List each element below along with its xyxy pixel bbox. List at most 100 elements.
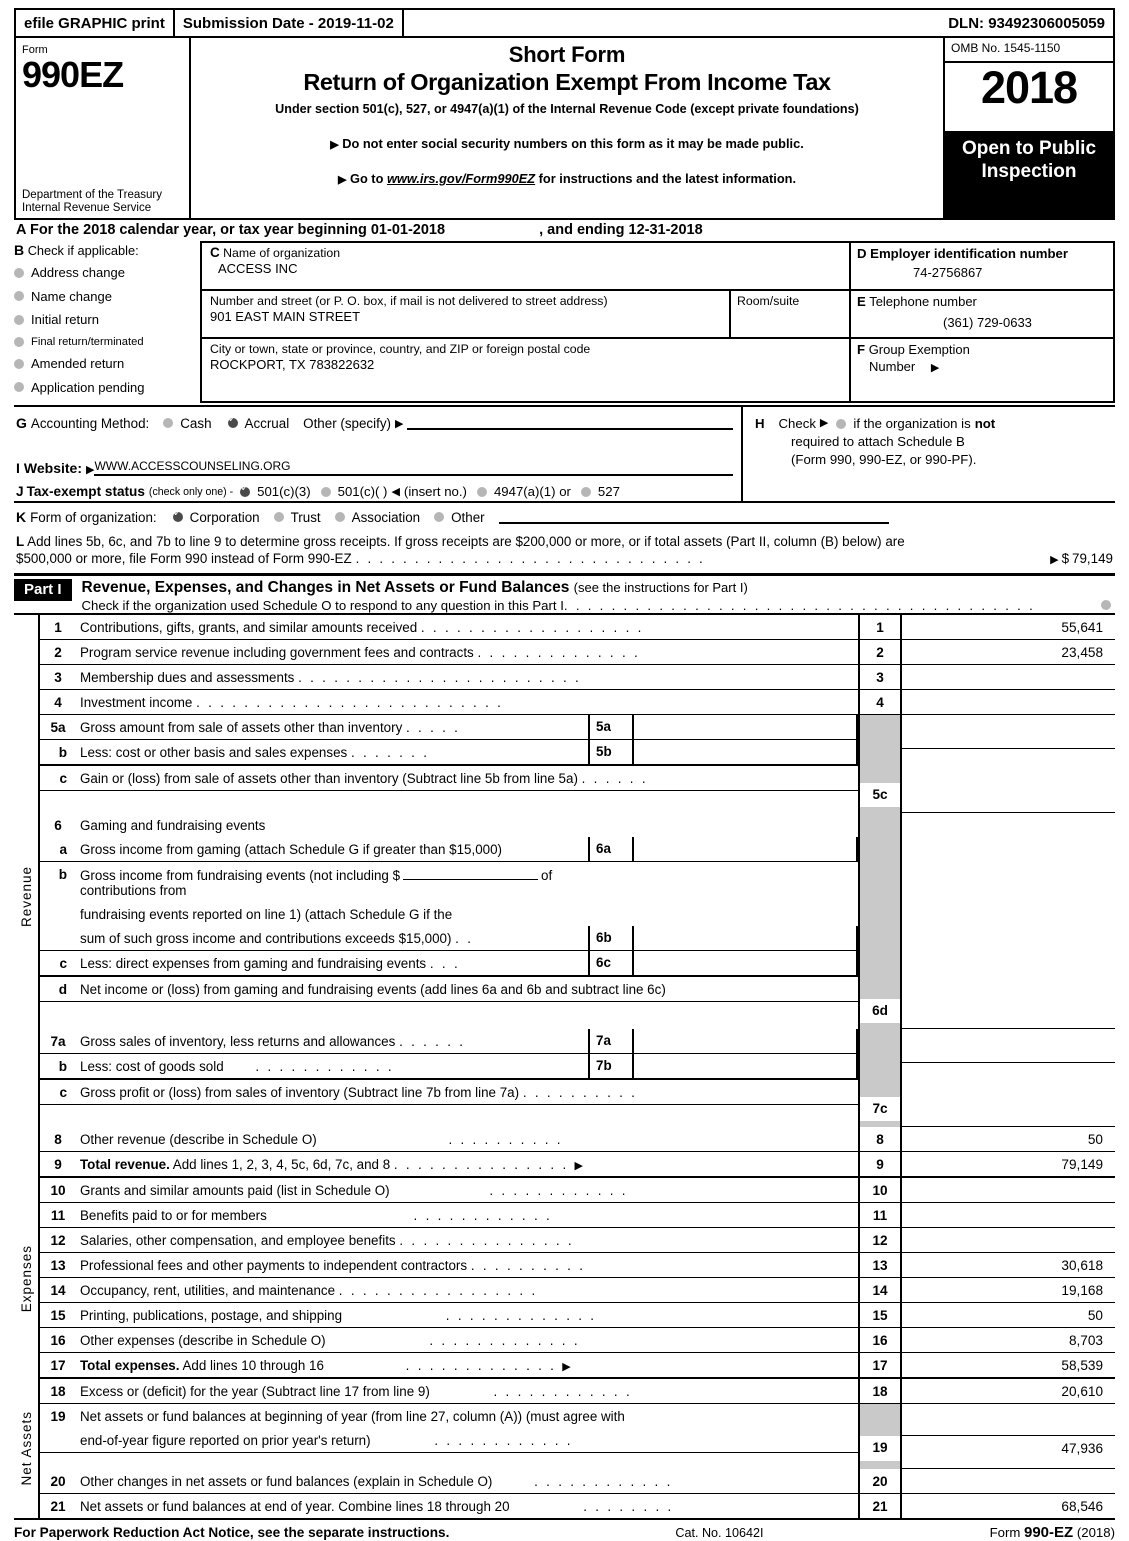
line-description-text: Contributions, gifts, grants, and simila… xyxy=(80,619,418,635)
checkbox-other-org-icon[interactable] xyxy=(434,512,445,522)
table-row-20: 20 Other changes in net assets or fund b… xyxy=(40,1468,1115,1494)
org-address-left: C Name of organization ACCESS INC Number… xyxy=(202,243,851,401)
checkbox-label: Address change xyxy=(31,265,125,280)
line-description: Grants and similar amounts paid (list in… xyxy=(76,1178,858,1202)
checkbox-501c3-icon[interactable] xyxy=(240,483,251,497)
line-5c-amount[interactable] xyxy=(902,783,1115,813)
checkbox-icon[interactable] xyxy=(14,358,24,369)
line-description: Less: cost of goods sold . . . . . . . .… xyxy=(76,1054,588,1078)
checkbox-icon[interactable] xyxy=(14,267,24,278)
sub-box-amount[interactable] xyxy=(634,1054,856,1078)
sub-box-amount[interactable] xyxy=(634,926,856,950)
checkbox-4947a1-icon[interactable] xyxy=(476,486,487,497)
revenue-sidebar-label: Revenue xyxy=(14,614,40,1178)
line-7c-amount[interactable] xyxy=(902,1097,1115,1127)
under-section-text: Under section 501(c), 527, or 4947(a)(1)… xyxy=(275,102,859,116)
sub-box-amount[interactable] xyxy=(634,837,856,861)
line-amount[interactable]: 20,610 xyxy=(902,1379,1115,1403)
line-amount[interactable]: 55,641 xyxy=(902,615,1115,639)
checkbox-schedule-o-icon[interactable] xyxy=(1101,600,1111,611)
checkbox-name-change[interactable]: Name change xyxy=(14,289,194,304)
line-number: 21 xyxy=(50,1498,66,1514)
irs-form-link[interactable]: www.irs.gov/Form990EZ xyxy=(387,171,535,186)
checkbox-icon[interactable] xyxy=(14,291,24,301)
line-6b-text-pre: Gross income from fundraising events (no… xyxy=(80,867,401,883)
triangle-right-icon: ▶ xyxy=(1050,554,1059,567)
fundraising-contributions-input[interactable] xyxy=(403,867,539,880)
checkbox-501c-icon[interactable] xyxy=(320,486,331,497)
checkbox-accrual-icon[interactable] xyxy=(227,414,238,428)
masthead-titles: Short Form Return of Organization Exempt… xyxy=(191,38,945,218)
sub-box-label: 6b xyxy=(590,925,634,950)
checkbox-schedule-b-icon[interactable] xyxy=(836,418,847,429)
sub-box-label: 6c xyxy=(590,950,634,975)
checkbox-application-pending[interactable]: Application pending xyxy=(14,380,194,395)
part-1-title-note: (see the instructions for Part I) xyxy=(573,579,748,595)
line-code: 2 xyxy=(858,639,902,664)
line-5b-amount-cell[interactable] xyxy=(902,749,1115,783)
line-7a-amount-cell[interactable] xyxy=(902,1029,1115,1063)
revenue-sidebar-text: Revenue xyxy=(18,865,34,927)
checkbox-corporation-icon[interactable] xyxy=(172,508,183,522)
table-row-5a: 5a Gross amount from sale of assets othe… xyxy=(40,714,858,740)
checkbox-icon[interactable] xyxy=(14,314,24,325)
tax-exempt-status-label: Tax-exempt status xyxy=(26,484,145,499)
dot-leader: . . . . . . . . . . . . . . . . . . . . … xyxy=(298,669,582,685)
checkbox-association-icon[interactable] xyxy=(334,512,345,522)
checkbox-cash-icon[interactable] xyxy=(163,418,174,428)
other-specify-input[interactable] xyxy=(407,417,733,430)
line-code: 9 xyxy=(858,1151,902,1176)
line-amount[interactable] xyxy=(902,1178,1115,1202)
line-amount[interactable] xyxy=(902,665,1115,689)
sub-box-label: 5b xyxy=(590,739,634,764)
sub-box-amount[interactable] xyxy=(634,951,856,975)
telephone-label: Telephone number xyxy=(869,294,977,309)
checkbox-initial-return[interactable]: Initial return xyxy=(14,312,194,327)
line-description: Salaries, other compensation, and employ… xyxy=(76,1228,858,1252)
line-7b-amount-cell[interactable] xyxy=(902,1063,1115,1097)
checkbox-icon[interactable] xyxy=(14,336,24,347)
line-code: 16 xyxy=(858,1327,902,1352)
line-amount[interactable]: 30,618 xyxy=(902,1253,1115,1277)
line-amount[interactable]: 19,168 xyxy=(902,1278,1115,1302)
checkbox-icon[interactable] xyxy=(14,382,24,392)
line-amount[interactable]: 79,149 xyxy=(902,1152,1115,1176)
sub-box-amount[interactable] xyxy=(634,1029,856,1053)
line-amount[interactable]: 68,546 xyxy=(902,1494,1115,1518)
line-amount[interactable]: 58,539 xyxy=(902,1353,1115,1377)
line-6d-amount[interactable] xyxy=(902,999,1115,1029)
section-i-letter: I xyxy=(16,460,20,476)
line-amount[interactable] xyxy=(902,1203,1115,1227)
checkbox-trust-icon[interactable] xyxy=(273,512,284,522)
checkbox-amended-return[interactable]: Amended return xyxy=(14,356,194,371)
line-amount[interactable] xyxy=(902,1228,1115,1252)
line-amount[interactable]: 50 xyxy=(902,1127,1115,1151)
line-amount[interactable] xyxy=(902,690,1115,714)
website-value[interactable]: WWW.ACCESSCOUNSELING.ORG xyxy=(94,459,733,476)
org-info-block: B Check if applicable: Address change Na… xyxy=(14,241,1115,403)
form-990ez-page: efile GRAPHIC print Submission Date - 20… xyxy=(0,8,1129,1541)
line-number: 5a xyxy=(50,719,66,735)
checkbox-address-change[interactable]: Address change xyxy=(14,265,194,280)
line-6-left: 6 Gaming and fundraising events a Gross … xyxy=(40,813,858,1029)
section-c-letter: C xyxy=(210,245,220,260)
line-amount[interactable]: 23,458 xyxy=(902,640,1115,664)
table-row-11: 11 Benefits paid to or for members . . .… xyxy=(40,1202,1115,1228)
option-trust-label: Trust xyxy=(290,509,321,525)
part-1-header: Part I Revenue, Expenses, and Changes in… xyxy=(14,572,1115,613)
checkbox-final-return-terminated[interactable]: Final return/terminated xyxy=(14,336,194,348)
ein-label: Employer identification number xyxy=(870,246,1068,261)
line-number: 18 xyxy=(50,1383,66,1399)
line-amount[interactable] xyxy=(902,1469,1115,1493)
sub-box-amount[interactable] xyxy=(634,740,856,764)
line-19-amount[interactable]: 47,936 xyxy=(902,1436,1115,1469)
section-b-heading-text: Check if applicable: xyxy=(27,243,139,258)
line-amount[interactable]: 50 xyxy=(902,1303,1115,1327)
section-h-letter: H xyxy=(755,416,765,431)
sub-box-amount[interactable] xyxy=(634,715,856,739)
line-amount[interactable]: 8,703 xyxy=(902,1328,1115,1352)
dot-leader: . . . . . . . . . . . . . . . . . . . xyxy=(420,619,644,635)
checkbox-527-icon[interactable] xyxy=(580,486,591,497)
line-5a-amount-cell[interactable] xyxy=(902,715,1115,749)
other-org-input[interactable] xyxy=(498,511,889,524)
